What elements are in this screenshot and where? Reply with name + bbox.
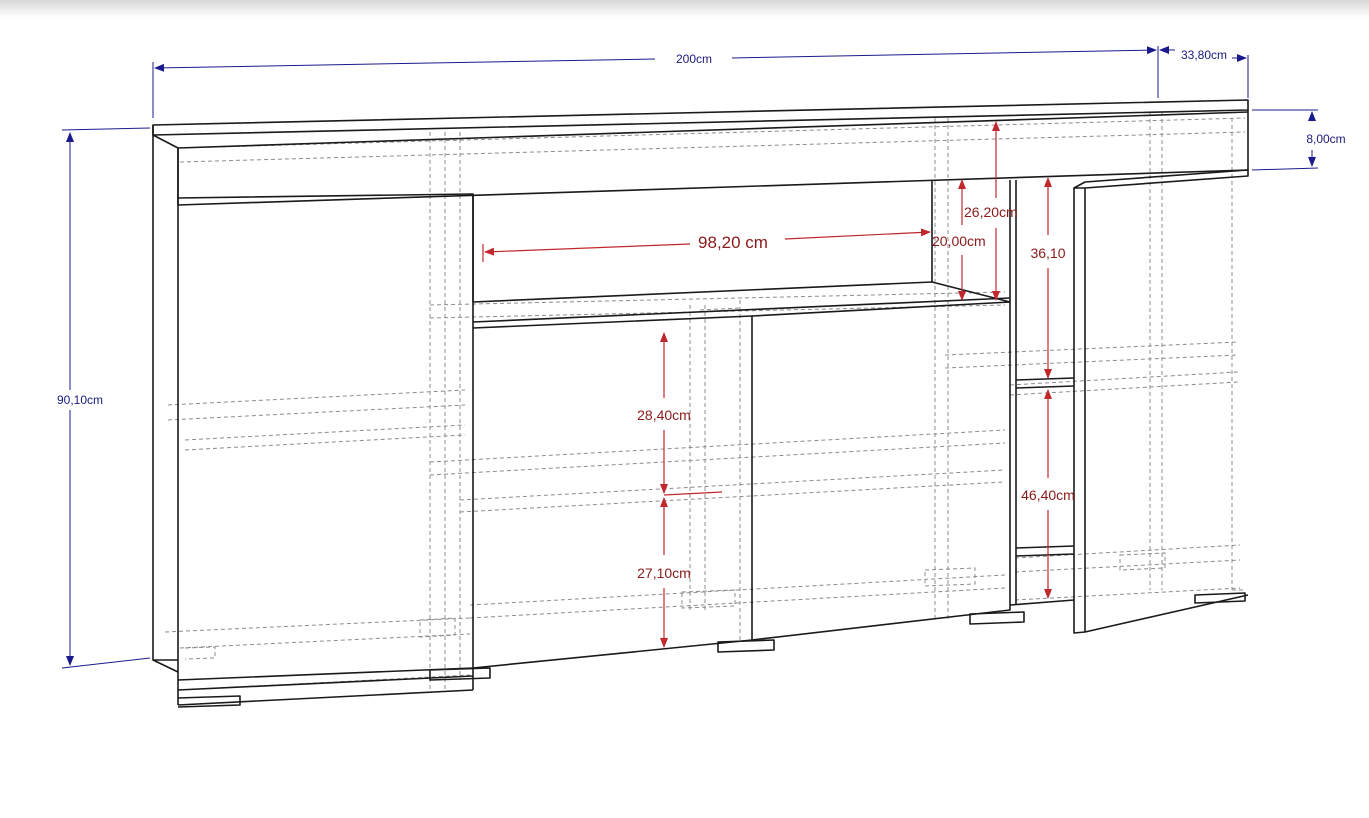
hidden-lines (164, 112, 1246, 691)
label-depth: 33,80cm (1181, 48, 1227, 62)
label-niche-height-inner: 20,00cm (932, 233, 986, 249)
label-width-total: 200cm (676, 52, 712, 66)
label-niche-width: 98,20 cm (698, 233, 768, 252)
label-center-lower: 27,10cm (637, 565, 691, 581)
diagram-canvas: 200cm 33,80cm 8,00cm 90,10cm 98,20 cm 26… (0, 0, 1369, 818)
label-center-upper: 28,40cm (637, 407, 691, 423)
label-niche-height-outer: 26,20cm (964, 204, 1018, 220)
label-top-panel-height: 8,00cm (1306, 132, 1345, 146)
cabinet-outline (152, 99, 1249, 708)
dimension-labels: 200cm 33,80cm 8,00cm 90,10cm 98,20 cm 26… (57, 48, 1346, 581)
label-total-height: 90,10cm (57, 393, 103, 407)
label-right-upper: 36,10 (1030, 245, 1065, 261)
sideboard-drawing: 200cm 33,80cm 8,00cm 90,10cm 98,20 cm 26… (57, 46, 1346, 708)
label-right-lower: 46,40cm (1021, 487, 1075, 503)
